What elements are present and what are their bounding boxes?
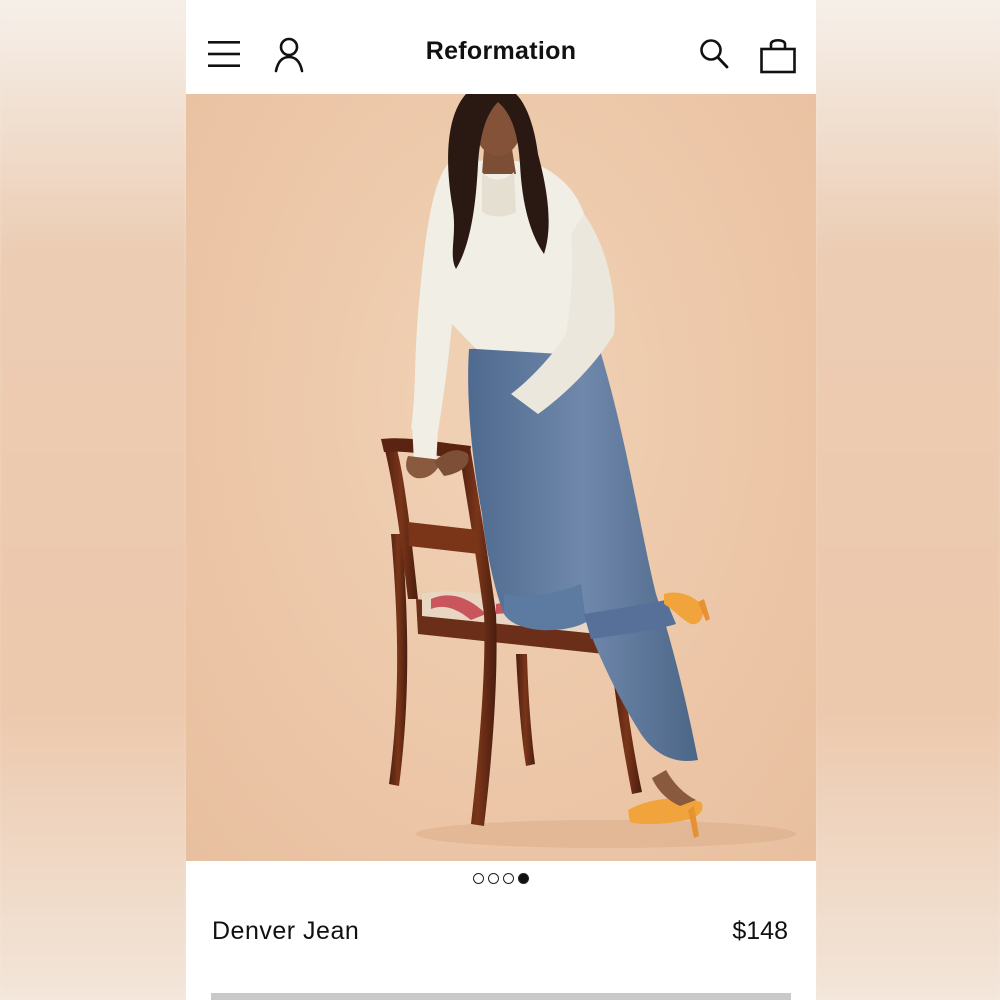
product-image[interactable] xyxy=(186,94,816,861)
blurred-background-right xyxy=(816,0,1000,1000)
model-photo-illustration xyxy=(381,94,796,848)
carousel-dot-3[interactable] xyxy=(503,873,514,884)
shopping-bag-icon[interactable] xyxy=(759,36,797,74)
carousel-dot-2[interactable] xyxy=(488,873,499,884)
product-title: Denver Jean xyxy=(212,917,360,945)
top-navigation-bar: Reformation xyxy=(186,0,816,94)
product-page: Reformation Denver Jean $148 xyxy=(186,0,816,1000)
carousel-dot-1[interactable] xyxy=(473,873,484,884)
carousel-dot-4-active[interactable] xyxy=(518,873,529,884)
carousel-indicator xyxy=(186,873,816,884)
search-icon[interactable] xyxy=(699,38,729,70)
product-price: $148 xyxy=(732,917,788,945)
size-selector-bar[interactable] xyxy=(211,993,791,1000)
blurred-background-left xyxy=(0,0,186,1000)
